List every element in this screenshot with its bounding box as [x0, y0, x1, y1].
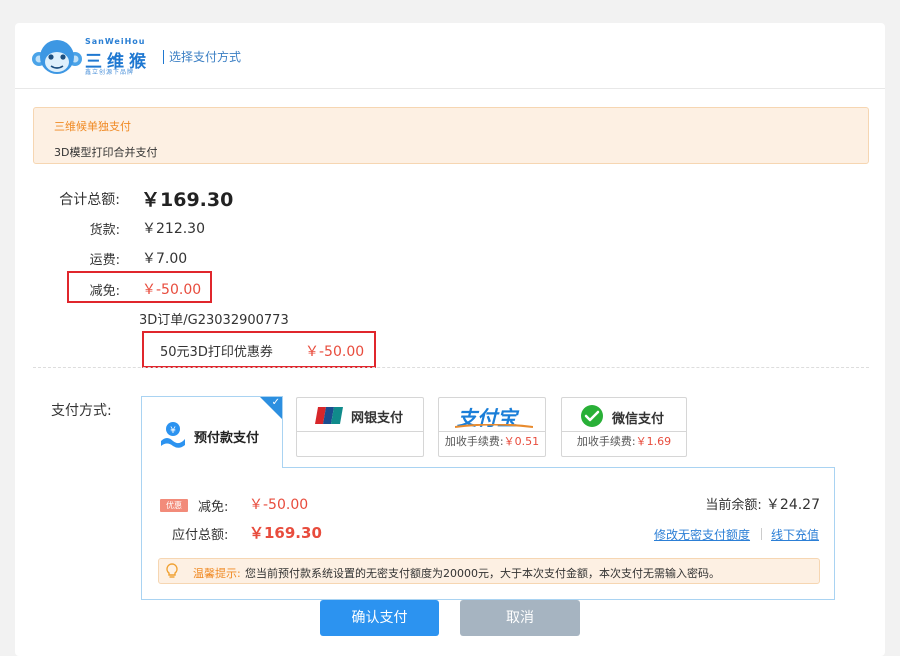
tip-box: 温馨提示: 您当前预付款系统设置的无密支付额度为20000元，大于本次支付金额，… — [158, 558, 820, 584]
cancel-button[interactable]: 取消 — [460, 600, 580, 636]
discount-value: ￥-50.00 — [142, 282, 202, 298]
tip-label: 温馨提示: — [193, 567, 241, 580]
total-value: ￥169.30 — [141, 189, 234, 211]
prepaid-wallet-icon: ¥ — [161, 422, 185, 448]
svg-text:¥: ¥ — [170, 426, 176, 436]
option-unionpay[interactable]: 网银支付 — [296, 397, 424, 457]
wechat-label: 微信支付 — [612, 412, 665, 427]
option-alipay[interactable]: 支付宝 加收手续费:￥0.51 — [438, 397, 546, 457]
wechat-check-icon — [581, 405, 603, 427]
brand-slogan: 鑫立创源下品牌 — [85, 69, 135, 76]
tab-prepaid-payment[interactable]: ✓ ¥ 预付款支付 — [141, 396, 283, 468]
offline-topup-link[interactable]: 线下充值 — [771, 526, 819, 543]
total-label: 合计总额: — [59, 192, 120, 208]
monkey-logo-icon — [32, 40, 82, 74]
header-divider — [163, 50, 164, 64]
alipay-fee-value: ￥0.51 — [503, 435, 540, 448]
panel-discount-value: ￥-50.00 — [249, 497, 309, 513]
brand-small-text: SanWeiHou — [85, 37, 146, 46]
order-number: 3D订单/G23032900773 — [139, 313, 289, 328]
panel-due-label: 应付总额: — [172, 528, 229, 543]
alipay-fee: 加收手续费:￥0.51 — [439, 433, 545, 449]
balance-value: ￥24.27 — [765, 497, 820, 513]
panel-discount-label: 减免: — [198, 500, 229, 515]
shipping-value: ￥7.00 — [142, 251, 188, 267]
unionpay-option-top: 网银支付 — [297, 398, 423, 432]
unionpay-icon — [315, 407, 343, 424]
shipping-label: 运费: — [89, 253, 120, 268]
order-notice: 三维候单独支付 3D模型打印合并支付 — [33, 107, 869, 164]
notice-single-pay[interactable]: 三维候单独支付 — [54, 118, 131, 134]
payment-method-label: 支付方式: — [51, 403, 112, 419]
wechat-fee-value: ￥1.69 — [635, 435, 672, 448]
goods-value: ￥212.30 — [142, 221, 205, 237]
balance-label: 当前余额: — [705, 498, 762, 513]
coupon-value: ￥-50.00 — [305, 344, 365, 360]
coupon-name: 50元3D打印优惠券 — [160, 345, 273, 360]
alipay-fee-label: 加收手续费: — [444, 435, 504, 448]
divider — [33, 367, 869, 368]
alipay-swoosh-icon — [455, 424, 533, 428]
tip-text: 您当前预付款系统设置的无密支付额度为20000元，大于本次支付金额，本次支付无需… — [245, 567, 720, 580]
lightbulb-icon — [166, 563, 178, 578]
discount-label: 减免: — [89, 284, 120, 299]
page-title: 选择支付方式 — [169, 50, 242, 64]
wechat-fee-label: 加收手续费: — [576, 435, 636, 448]
payment-card: SanWeiHou 三维猴 鑫立创源下品牌 选择支付方式 三维候单独支付 3D模… — [15, 23, 885, 656]
panel-due-value: ￥169.30 — [249, 524, 322, 542]
goods-label: 货款: — [89, 223, 120, 238]
discount-badge: 优惠 — [160, 499, 188, 512]
balance: 当前余额: ￥24.27 — [705, 494, 820, 514]
unionpay-label: 网银支付 — [351, 411, 404, 426]
alipay-option-top: 支付宝 — [439, 398, 545, 432]
header: SanWeiHou 三维猴 鑫立创源下品牌 选择支付方式 — [15, 23, 885, 89]
wechat-fee: 加收手续费:￥1.69 — [562, 433, 686, 449]
wechat-option-top: 微信支付 — [562, 398, 686, 432]
prepaid-panel: 优惠 减免: ￥-50.00 应付总额: ￥169.30 当前余额: ￥24.2… — [141, 467, 835, 600]
confirm-payment-button[interactable]: 确认支付 — [320, 600, 439, 636]
option-wechat[interactable]: 微信支付 加收手续费:￥1.69 — [561, 397, 687, 457]
notice-merge-pay[interactable]: 3D模型打印合并支付 — [54, 144, 157, 160]
link-divider — [761, 528, 762, 540]
modify-limit-link[interactable]: 修改无密支付额度 — [654, 526, 750, 543]
check-icon: ✓ — [271, 397, 280, 408]
prepaid-tab-label: 预付款支付 — [194, 431, 260, 446]
